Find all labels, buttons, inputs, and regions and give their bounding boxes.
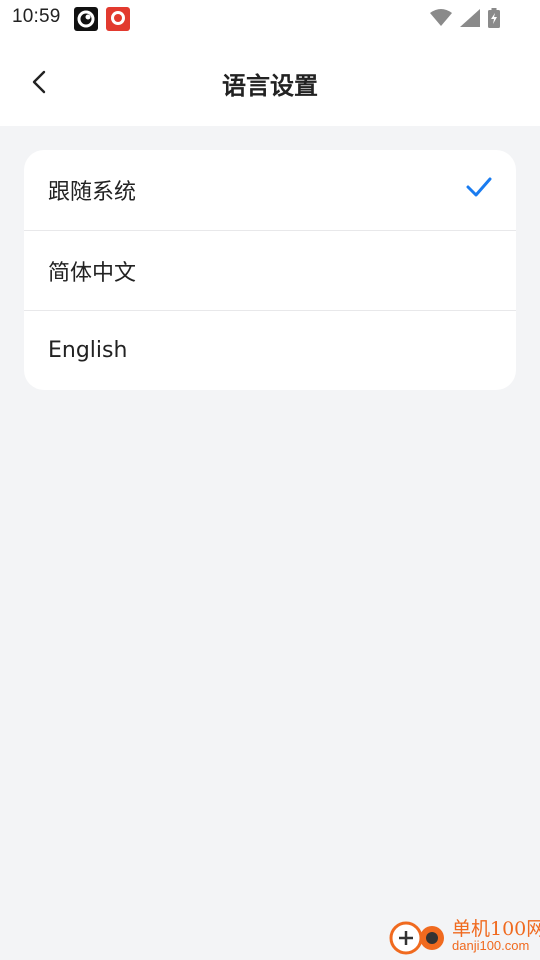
- battery-charging-icon: [488, 8, 500, 32]
- fitness-app-icon: [106, 7, 130, 31]
- site-watermark: 单机100网 danji100.com: [388, 912, 540, 958]
- watermark-name: 单机100网: [452, 918, 540, 940]
- checkmark-icon: [466, 177, 492, 197]
- status-bar: 10:59: [0, 0, 540, 38]
- wifi-icon: [430, 9, 452, 31]
- language-options-card: 跟随系统 简体中文 English: [24, 150, 516, 390]
- page-title: 语言设置: [222, 72, 318, 100]
- language-option-english[interactable]: English: [24, 310, 516, 390]
- status-time: 10:59: [12, 6, 61, 27]
- language-option-simplified-chinese[interactable]: 简体中文: [24, 230, 516, 310]
- cellular-signal-icon: [460, 9, 480, 31]
- language-option-label: 简体中文: [48, 260, 137, 286]
- language-option-label: English: [48, 338, 128, 363]
- watermark-url: danji100.com: [452, 938, 530, 953]
- status-indicators: [430, 8, 500, 32]
- watermark-logo-icon: [389, 921, 444, 955]
- navigation-header: 语言设置: [0, 38, 540, 126]
- language-option-follow-system[interactable]: 跟随系统: [24, 150, 516, 230]
- language-option-label: 跟随系统: [48, 180, 137, 205]
- notification-app-icon: [74, 7, 98, 31]
